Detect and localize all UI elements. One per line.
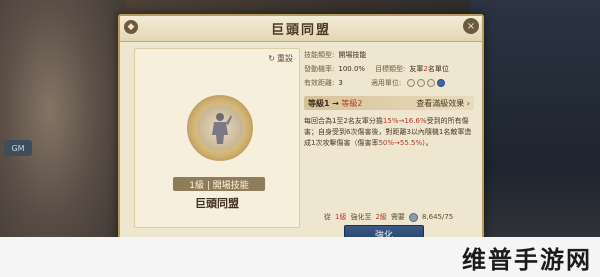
cost-mid: 強化至 — [350, 213, 372, 221]
unit-icon — [427, 79, 436, 87]
dialog-title-bar: ◆ 巨頭同盟 — [120, 16, 482, 42]
skill-medal-icon — [187, 95, 253, 161]
dialog-title: 巨頭同盟 — [270, 23, 331, 38]
target-type-value: 友軍2名單位 — [409, 64, 448, 74]
unit-icon — [407, 79, 416, 87]
view-max-level-link[interactable]: 查看滿級效果 › — [416, 98, 470, 109]
cost-pre: 從 — [324, 213, 331, 221]
skill-details: 技能類型: 開場技能 發動機率: 100.0% 目標類型: 友軍2名單位 有效距… — [304, 48, 474, 208]
cost-to: 2級 — [375, 213, 387, 221]
gm-button[interactable]: GM — [4, 140, 32, 156]
gm-label: GM — [11, 143, 25, 153]
background-right — [470, 0, 600, 277]
reset-button[interactable]: ↻ 重設 — [268, 53, 293, 64]
range-row: 有效距離: 3 適用單位: — [304, 76, 474, 90]
skill-type-value: 開場技能 — [338, 51, 367, 59]
statue-icon — [197, 105, 243, 151]
range-value: 3 — [338, 79, 343, 87]
skill-level-tag: 1級 | 開場技能 — [173, 177, 265, 191]
cost-from: 1級 — [335, 213, 347, 221]
help-icon[interactable] — [437, 79, 446, 87]
desc-highlight-2: 50%→55.5% — [378, 139, 423, 147]
reset-icon: ↻ — [268, 54, 275, 63]
unit-icons — [407, 79, 446, 87]
skill-name: 巨頭同盟 — [195, 197, 239, 210]
cost-post: 需要 — [390, 213, 405, 221]
desc-part-3: ）。 — [422, 139, 433, 147]
resource-icon — [408, 212, 418, 222]
info-icon[interactable]: ◆ — [124, 20, 138, 34]
unit-label: 適用單位: — [370, 79, 402, 87]
upgrade-cost: 從 1級 強化至 2級 需要 8,645/75 — [324, 212, 453, 222]
trigger-rate-label: 發動機率: — [304, 65, 335, 73]
level-compare-bar: 等級1 → 等級2 查看滿級效果 › — [304, 96, 474, 110]
level-to: 等級2 — [341, 98, 363, 108]
target-type-label: 目標類型: — [375, 65, 406, 73]
skill-emblem-panel: ↻ 重設 1級 | 開場技能 巨頭同盟 — [134, 48, 300, 228]
skill-description: 每回合為1至2名友軍分擔15%→16.6%受到的所有傷害；自身受到6次傷害後，對… — [304, 116, 474, 149]
target-post: 名單位 — [427, 65, 449, 73]
close-icon[interactable]: × — [463, 18, 479, 34]
level-compare: 等級1 → 等級2 — [308, 98, 362, 109]
trigger-rate-value: 100.0% — [338, 65, 366, 73]
watermark: 维普手游网 — [462, 246, 592, 274]
skill-dialog: ◆ 巨頭同盟 ↻ 重設 1級 | 開場技能 巨頭同盟 技能類型: 開場技能 發動… — [118, 14, 484, 248]
level-from: 等級1 — [308, 98, 330, 108]
skill-type-label: 技能類型: — [304, 51, 335, 59]
desc-part-1: 每回合為1至2名友軍分擔 — [304, 117, 383, 125]
unit-icon — [417, 79, 426, 87]
target-pre: 友軍 — [409, 65, 424, 73]
cost-amount: 8,645/75 — [421, 213, 454, 221]
skill-type-row: 技能類型: 開場技能 — [304, 48, 474, 62]
background-left — [0, 0, 125, 277]
reset-label: 重設 — [277, 54, 293, 63]
level-arrow: → — [332, 98, 339, 108]
desc-highlight-1: 15%→16.6% — [382, 117, 427, 125]
trigger-row: 發動機率: 100.0% 目標類型: 友軍2名單位 — [304, 62, 474, 76]
range-label: 有效距離: — [304, 79, 335, 87]
